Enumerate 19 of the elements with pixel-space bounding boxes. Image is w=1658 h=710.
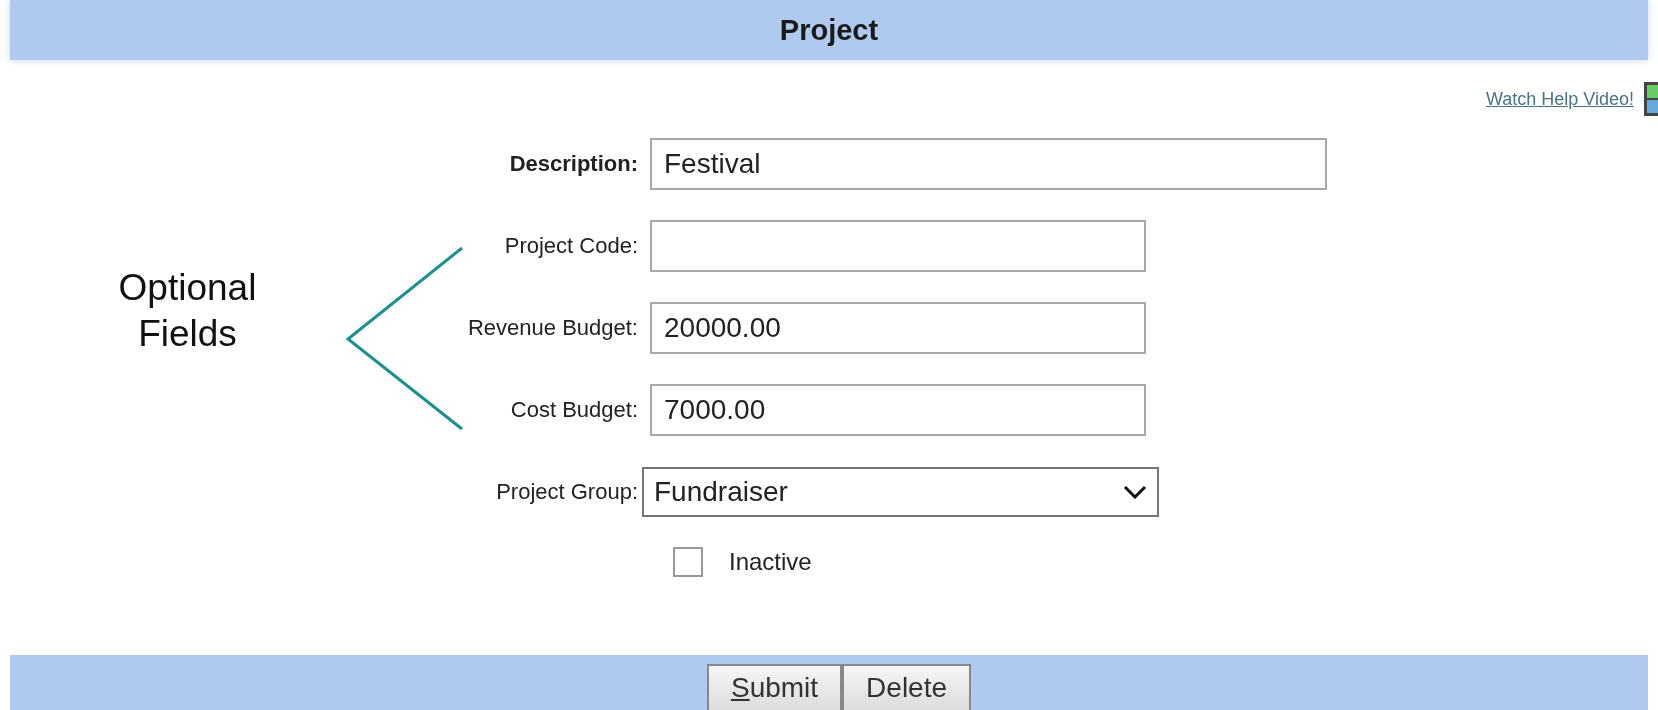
input-field[interactable]: 20000.00 [650,302,1146,354]
dropdown[interactable]: Fundraiser [642,467,1159,517]
field-label: Description: [509,151,638,177]
form-button[interactable]: Delete [842,664,972,710]
field-label: Project Code: [504,233,638,259]
annotation-text: Optional Fields [117,266,258,357]
input-field[interactable]: 7000.00 [650,384,1146,436]
help-video-link[interactable]: Watch Help Video! [1485,88,1634,110]
input-field[interactable]: Festival [650,138,1327,190]
field-label: Project Group: [496,479,638,505]
chevron-down-icon [1123,485,1147,499]
field-label: Revenue Budget: [467,315,638,341]
input-field[interactable] [650,220,1146,272]
checkbox[interactable] [673,547,703,577]
page-title: Project [779,13,879,47]
checkbox-label: Inactive [729,548,812,576]
film-icon[interactable] [1644,82,1658,116]
field-label: Cost Budget: [510,397,638,423]
form-button[interactable]: Submit [706,664,843,710]
